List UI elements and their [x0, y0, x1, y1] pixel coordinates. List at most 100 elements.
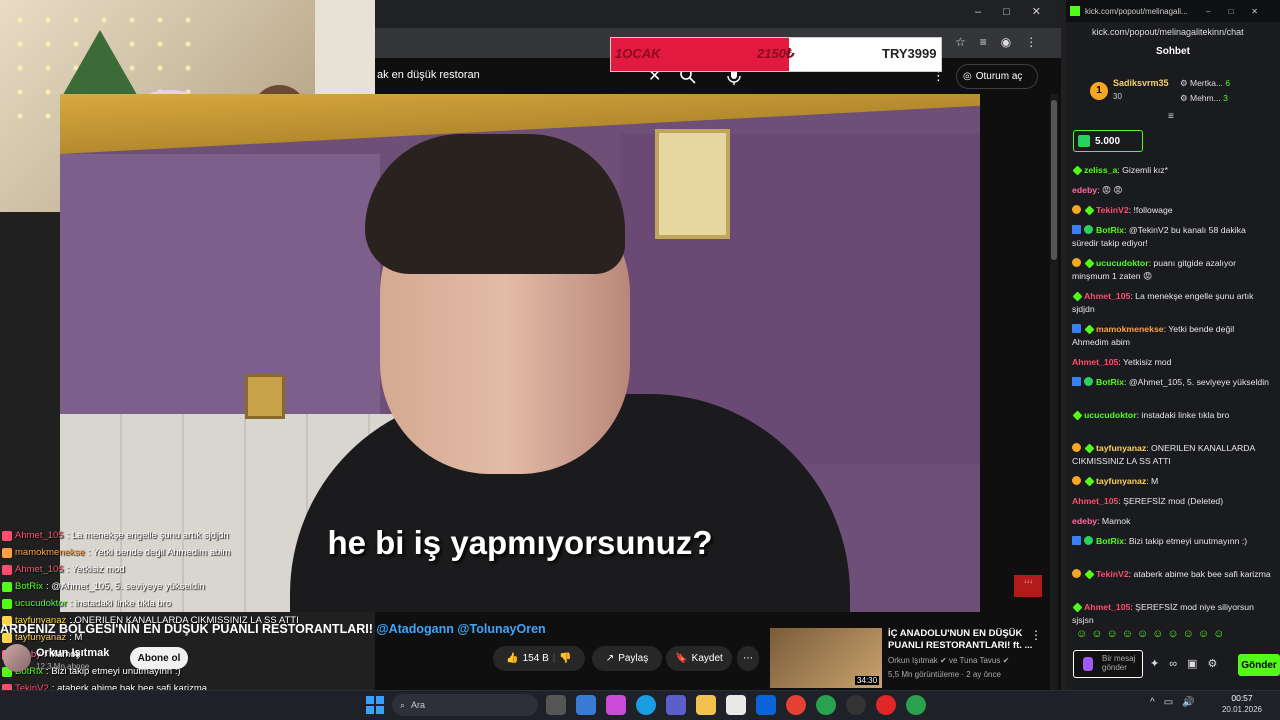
chat-message[interactable]: BotRix: @Ahmet_105, 5. seviyeye yükseldi…: [1072, 376, 1272, 389]
clock-time[interactable]: 00:57: [1222, 693, 1262, 703]
chat-username[interactable]: tayfunyanaz: [1096, 443, 1146, 453]
chat-message[interactable]: Ahmet_105: Yetkisiz mod: [1072, 356, 1272, 369]
verified-badge-icon: [1084, 536, 1093, 545]
chat-username[interactable]: TekinV2: [1096, 569, 1129, 579]
chat-message[interactable]: BotRix: Bizi takip etmeyi unutmayınn :): [1072, 535, 1272, 548]
chrome-profile-icon[interactable]: [816, 695, 836, 715]
chat-username[interactable]: edeby: [1072, 516, 1097, 526]
chat-message[interactable]: edeby: 😡 😡: [1072, 184, 1272, 197]
chat-username[interactable]: TekinV2: [1096, 205, 1129, 215]
microphone-icon[interactable]: [1083, 657, 1093, 671]
chat-username[interactable]: BotRix: [1096, 225, 1124, 235]
windows-start-icon[interactable]: [366, 696, 384, 714]
expand-chevron-icon[interactable]: ≡: [1168, 111, 1174, 122]
related-video-title[interactable]: İÇ ANADOLU'NUN EN DÜŞÜK PUANLI RESTORANT…: [888, 628, 1033, 652]
chat-username[interactable]: BotRix: [1096, 377, 1124, 387]
chat-message[interactable]: mamokmenekse: Yetki bende değil Ahmedim …: [1072, 323, 1272, 349]
chat-message[interactable]: BotRix: @TekinV2 bu kanalı 58 dakika sür…: [1072, 224, 1272, 250]
video-title-mentions[interactable]: @Atadogann @TolunayOren: [376, 622, 545, 636]
scrollbar-thumb[interactable]: [1051, 100, 1057, 260]
overlay-chat-username: BotRix: [15, 581, 43, 592]
store-icon[interactable]: [726, 695, 746, 715]
chat-message[interactable]: ucucudoktor: instadaki linke tıkla bro: [1072, 409, 1272, 422]
chat-username[interactable]: zeliss_a: [1084, 165, 1117, 175]
related-video-channel: Orkun Işıtmak ✔ ve Tuna Tavus ✔: [888, 656, 1010, 665]
like-button[interactable]: 👍 154 B | 👎: [493, 646, 585, 671]
chat-username[interactable]: tayfunyanaz: [1096, 476, 1146, 486]
browser-titlebar: [375, 0, 1061, 28]
system-tray[interactable]: ^▭🔊: [1150, 697, 1204, 708]
chat-message[interactable]: edeby: Mamok: [1072, 515, 1272, 528]
donation-target-amount: TRY3999: [882, 46, 937, 61]
file-explorer-icon[interactable]: [696, 695, 716, 715]
chrome-app-icon[interactable]: [906, 695, 926, 715]
account-icon: ◎: [963, 71, 972, 82]
pinned-gift[interactable]: 5.000: [1073, 130, 1143, 152]
share-icon: ↗: [605, 653, 615, 664]
chat-message[interactable]: ucucudoktor: puanı gitgide azalıyor minş…: [1072, 257, 1272, 283]
chat-message[interactable]: zeliss_a: Gizemli kız*: [1072, 164, 1272, 177]
chat-username[interactable]: ucucudoktor: [1096, 258, 1149, 268]
signin-button[interactable]: ◎ Oturum aç: [956, 64, 1038, 89]
teams-icon[interactable]: [666, 695, 686, 715]
save-button[interactable]: 🔖 Kaydet: [666, 646, 732, 671]
chat-message[interactable]: tayfunyanaz: M: [1072, 475, 1272, 488]
green-badge-icon: [1072, 410, 1083, 421]
subscribe-button[interactable]: Abone ol: [130, 647, 188, 669]
subscribe-watermark-icon[interactable]: ↓↓↓: [1014, 575, 1042, 597]
chat-username[interactable]: ucucudoktor: [1084, 410, 1137, 420]
task-view-icon[interactable]: [546, 695, 566, 715]
chat-message[interactable]: TekinV2: ataberk abime bak bee safi kari…: [1072, 568, 1272, 581]
verified-badge-icon: [1084, 225, 1093, 234]
related-more-icon[interactable]: ⋮: [1030, 628, 1042, 642]
chat-tools-icons[interactable]: ✦∞▣⚙: [1150, 657, 1227, 670]
chat-username[interactable]: Ahmet_105: [1084, 602, 1130, 612]
clock-date[interactable]: 20.01.2026: [1218, 705, 1266, 714]
overlay-chat-username: Ahmet_105: [15, 564, 64, 575]
copilot-icon[interactable]: [606, 695, 626, 715]
save-label: Kaydet: [691, 653, 723, 664]
blue-badge-icon: [1072, 324, 1081, 333]
widgets-icon[interactable]: [576, 695, 596, 715]
chat-message[interactable]: Ahmet_105: La menekşe engelle şunu artık…: [1072, 290, 1272, 316]
send-button[interactable]: Gönder: [1238, 654, 1280, 676]
edge-icon[interactable]: [636, 695, 656, 715]
channel-name[interactable]: Orkun Işıtmak: [36, 647, 109, 659]
chat-username[interactable]: Ahmet_105: [1072, 357, 1118, 367]
blue-badge-icon: [1072, 225, 1081, 234]
chat-username[interactable]: edeby: [1072, 185, 1097, 195]
youtube-app-icon[interactable]: [876, 695, 896, 715]
window-controls[interactable]: –□✕: [975, 5, 1063, 18]
chat-message[interactable]: TekinV2: !followage: [1072, 204, 1272, 217]
bookmark-star-icon[interactable]: ☆≡◉⋮: [955, 35, 1051, 49]
chat-message[interactable]: Ahmet_105: ŞEREFSİZ mod (Deleted): [1072, 495, 1272, 508]
subscriber-count: 12,3 Mn abone: [36, 662, 90, 671]
window-controls[interactable]: –□✕: [1206, 7, 1280, 16]
obs-icon[interactable]: [846, 695, 866, 715]
overlay-chat-text: : instadaki linke tıkla bro: [69, 598, 172, 609]
more-actions-button[interactable]: ⋯: [737, 646, 759, 671]
taskbar-search[interactable]: ⌕ Ara: [392, 694, 538, 716]
chat-header-title: Sohbet: [1156, 46, 1190, 57]
search-icon: ⌕: [400, 699, 406, 710]
leaderboard-top-user[interactable]: Sadiksvrm35: [1113, 78, 1169, 88]
chat-text: : M: [1146, 476, 1159, 486]
overlay-chat-text: : @Ahmet_105, 5. seviyeye yükseldin: [45, 581, 205, 592]
chat-username[interactable]: Ahmet_105: [1072, 496, 1118, 506]
chat-url-bar[interactable]: kick.com/popout/melinagalitekinn/chat: [1066, 22, 1280, 42]
leaderboard-user-2[interactable]: ⚙ Mertka... 6: [1180, 78, 1230, 89]
chat-username[interactable]: mamokmenekse: [1096, 324, 1164, 334]
emote-bar[interactable]: ☺☺☺☺☺☺☺☺☺☺: [1076, 628, 1266, 646]
thumbs-down-icon[interactable]: 👎: [559, 653, 571, 664]
share-button[interactable]: ↗ Paylaş: [592, 646, 662, 671]
chrome-icon[interactable]: [786, 695, 806, 715]
outlook-icon[interactable]: [756, 695, 776, 715]
chat-username[interactable]: BotRix: [1096, 536, 1124, 546]
chat-message[interactable]: Ahmet_105: ŞEREFSİZ mod niye siliyorsun …: [1072, 601, 1272, 627]
avatar[interactable]: [3, 644, 31, 672]
chat-username[interactable]: Ahmet_105: [1084, 291, 1130, 301]
leaderboard-user-3[interactable]: ⚙ Mehm... 3: [1180, 93, 1228, 104]
chat-text: : @Ahmet_105, 5. seviyeye yükseldin: [1124, 377, 1269, 387]
chat-message[interactable]: tayfunyanaz: ONERILEN KANALLARDA CIKMISS…: [1072, 442, 1272, 468]
search-input[interactable]: ak en düşük restoran: [377, 69, 480, 81]
